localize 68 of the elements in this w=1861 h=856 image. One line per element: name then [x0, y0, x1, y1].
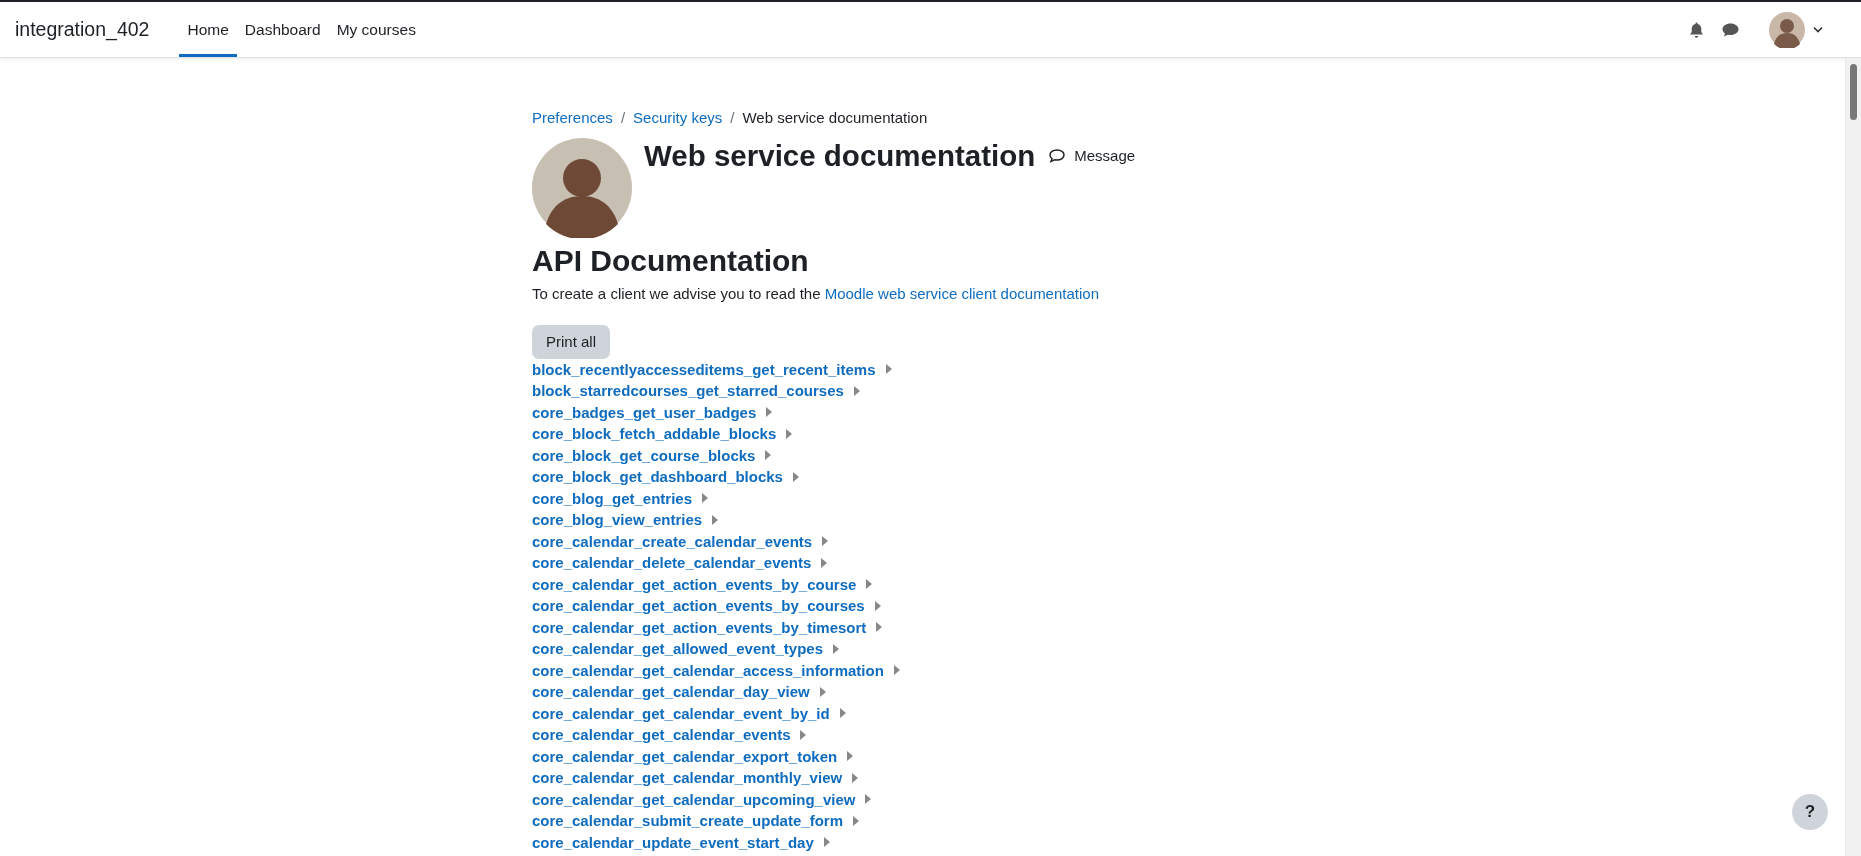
intro-paragraph: To create a client we advise you to read the Moodle web service client documentation — [532, 284, 1099, 304]
triangle-right-icon[interactable] — [792, 471, 799, 482]
breadcrumb-link[interactable]: Security keys — [633, 109, 723, 126]
function-link[interactable]: core_badges_get_user_badges — [532, 403, 757, 421]
nav-tab[interactable]: Home — [179, 2, 237, 57]
triangle-right-icon[interactable] — [839, 708, 846, 719]
triangle-right-icon[interactable] — [765, 450, 772, 461]
function-link[interactable]: core_calendar_get_action_events_by_course — [532, 575, 857, 593]
function-link[interactable]: core_calendar_delete_calendar_events — [532, 554, 812, 572]
triangle-right-icon[interactable] — [702, 493, 709, 504]
site-name[interactable]: integration_402 — [15, 18, 150, 41]
triangle-right-icon[interactable] — [876, 622, 883, 633]
speech-bubble-icon — [1049, 148, 1066, 163]
function-link[interactable]: core_block_get_course_blocks — [532, 446, 756, 464]
bell-icon[interactable] — [1689, 21, 1704, 38]
function-link[interactable]: core_calendar_create_calendar_events — [532, 532, 813, 550]
function-link[interactable]: block_starredcourses_get_starred_courses — [532, 382, 844, 400]
nav-tab[interactable]: My courses — [328, 2, 424, 57]
documentation-link[interactable]: Moodle web service client documentation — [824, 285, 1099, 302]
triangle-right-icon[interactable] — [852, 772, 859, 783]
page-title: Web service documentation — [644, 138, 1036, 174]
function-link[interactable]: core_calendar_get_calendar_events — [532, 726, 791, 744]
triangle-right-icon[interactable] — [786, 428, 793, 439]
function-link[interactable]: core_calendar_submit_create_update_form — [532, 812, 843, 830]
triangle-right-icon[interactable] — [822, 536, 829, 547]
breadcrumb-link[interactable]: Preferences — [532, 109, 613, 126]
function-link[interactable]: core_calendar_get_action_events_by_timesort — [532, 618, 867, 636]
message-button[interactable]: Message — [1049, 147, 1136, 164]
triangle-right-icon[interactable] — [823, 837, 830, 848]
function-link[interactable]: core_calendar_get_calendar_access_information — [532, 661, 884, 679]
print-all-button[interactable]: Print all — [532, 324, 611, 359]
triangle-right-icon[interactable] — [833, 643, 839, 654]
scrollbar-thumb[interactable] — [1850, 64, 1857, 120]
breadcrumb-separator: / — [619, 109, 627, 126]
triangle-right-icon[interactable] — [800, 729, 807, 740]
function-link[interactable]: block_recentlyaccesseditems_get_recent_items — [532, 360, 876, 378]
triangle-right-icon[interactable] — [712, 514, 719, 525]
section-title: API Documentation — [532, 243, 809, 279]
triangle-right-icon[interactable] — [819, 686, 826, 697]
function-link[interactable]: core_calendar_get_calendar_export_token — [532, 747, 838, 765]
chevron-down-icon[interactable] — [1813, 26, 1823, 33]
function-link[interactable]: core_calendar_get_calendar_upcoming_view — [532, 790, 856, 808]
function-link[interactable]: core_block_fetch_addable_blocks — [532, 425, 777, 443]
breadcrumb-current: Web service documentation — [742, 109, 928, 126]
triangle-right-icon[interactable] — [866, 579, 873, 590]
triangle-right-icon[interactable] — [893, 665, 900, 676]
triangle-right-icon[interactable] — [853, 385, 860, 396]
help-button[interactable]: ? — [1792, 794, 1828, 830]
function-link[interactable]: core_calendar_get_calendar_monthly_view — [532, 769, 843, 787]
triangle-right-icon[interactable] — [865, 794, 872, 805]
function-link[interactable]: core_block_get_dashboard_blocks — [532, 468, 783, 486]
triangle-right-icon[interactable] — [885, 364, 892, 375]
triangle-right-icon[interactable] — [847, 751, 854, 762]
function-link[interactable]: core_calendar_get_calendar_event_by_id — [532, 704, 830, 722]
triangle-right-icon[interactable] — [874, 600, 881, 611]
user-avatar[interactable] — [1769, 11, 1805, 48]
function-link[interactable]: core_blog_view_entries — [532, 511, 703, 529]
function-link[interactable]: core_calendar_get_calendar_day_view — [532, 683, 810, 701]
triangle-right-icon[interactable] — [766, 407, 773, 418]
triangle-right-icon[interactable] — [852, 815, 859, 826]
chat-bubble-icon[interactable] — [1722, 22, 1739, 37]
triangle-right-icon[interactable] — [821, 557, 828, 568]
function-link[interactable]: core_calendar_update_event_start_day — [532, 833, 814, 851]
function-link[interactable]: core_calendar_get_allowed_event_types — [532, 640, 823, 658]
nav-tab[interactable]: Dashboard — [236, 2, 329, 57]
breadcrumb-separator: / — [729, 109, 736, 126]
function-link[interactable]: core_calendar_get_action_events_by_courses — [532, 597, 865, 615]
function-link[interactable]: core_blog_get_entries — [532, 489, 693, 507]
